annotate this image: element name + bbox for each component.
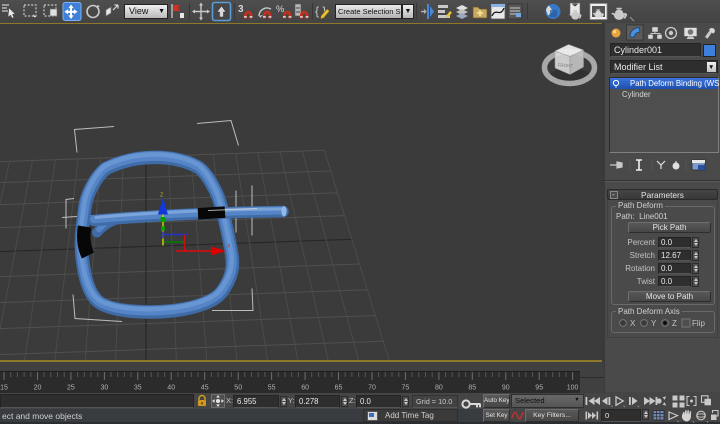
svg-text:85: 85 [468, 385, 476, 392]
svg-text:70: 70 [368, 385, 376, 392]
svg-text:3: 3 [238, 4, 244, 15]
svg-text:45: 45 [201, 385, 209, 392]
svg-text:25: 25 [67, 385, 75, 392]
svg-text:100: 100 [567, 385, 579, 392]
svg-text:50: 50 [234, 385, 242, 392]
svg-text:90: 90 [502, 385, 510, 392]
svg-text:55: 55 [268, 385, 276, 392]
svg-text:75: 75 [402, 385, 410, 392]
svg-text:65: 65 [335, 385, 343, 392]
svg-text:35: 35 [134, 385, 142, 392]
svg-text:30: 30 [101, 385, 109, 392]
svg-text:z: z [160, 191, 164, 198]
svg-text:15: 15 [0, 385, 8, 392]
svg-text:40: 40 [167, 385, 175, 392]
svg-text:FRONT: FRONT [557, 62, 573, 68]
svg-text:20: 20 [34, 385, 42, 392]
svg-text:60: 60 [301, 385, 309, 392]
svg-text:80: 80 [435, 385, 443, 392]
svg-text:95: 95 [535, 385, 543, 392]
